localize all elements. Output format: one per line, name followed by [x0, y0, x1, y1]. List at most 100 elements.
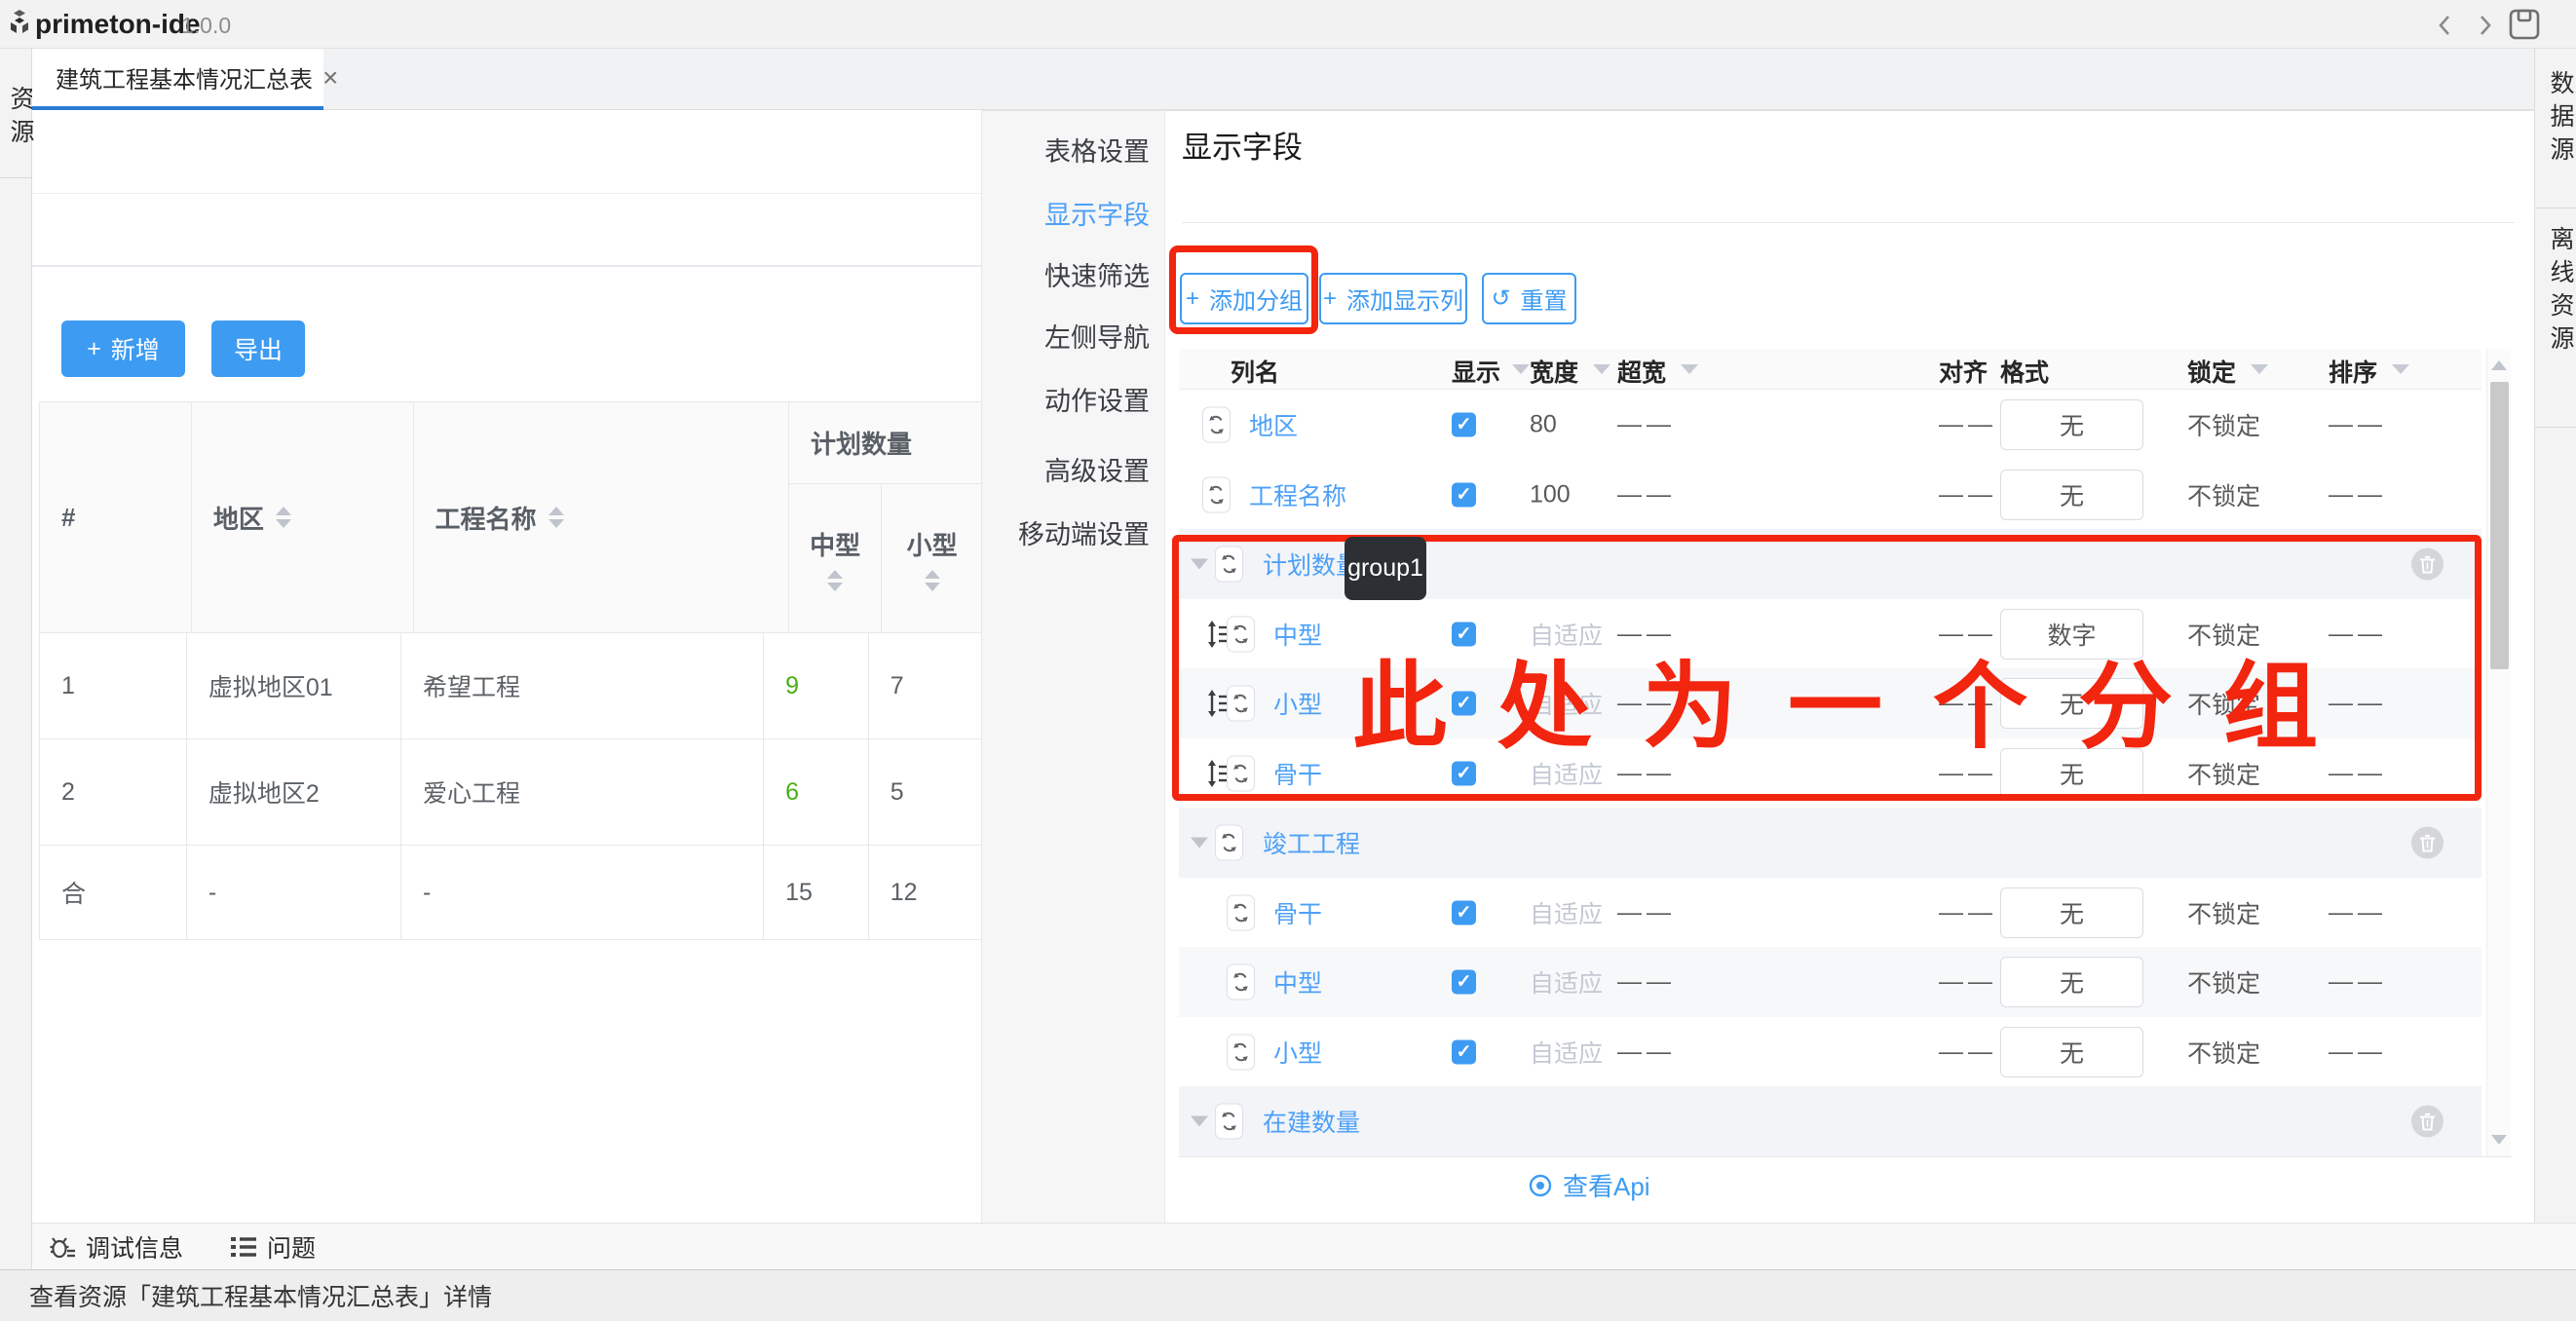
- format-select[interactable]: 无: [2000, 887, 2143, 938]
- export-button[interactable]: 导出: [211, 321, 305, 377]
- right-rail: 数据源 离线资源: [2534, 49, 2576, 1269]
- visible-checkbox[interactable]: ✓: [1452, 761, 1476, 785]
- field-row: 小型✓自适应————无不锁定——: [1179, 668, 2481, 738]
- switch-field-icon[interactable]: [1202, 476, 1231, 512]
- tab-close-icon[interactable]: ×: [322, 64, 338, 92]
- visible-checkbox[interactable]: ✓: [1452, 1039, 1476, 1064]
- format-select[interactable]: 无: [2000, 678, 2143, 729]
- field-name-link[interactable]: 地区: [1249, 407, 1298, 442]
- filter-caret-icon[interactable]: [2392, 364, 2409, 374]
- add-display-column-button[interactable]: + 添加显示列: [1319, 273, 1467, 324]
- switch-field-icon[interactable]: [1215, 825, 1243, 861]
- preview-cell: 5: [869, 739, 982, 845]
- sort-icon[interactable]: [827, 570, 843, 591]
- field-name-link[interactable]: 骨干: [1273, 895, 1322, 930]
- sort-icon[interactable]: [925, 570, 940, 591]
- format-select[interactable]: 无: [2000, 470, 2143, 520]
- collapse-caret-icon[interactable]: [1191, 838, 1208, 849]
- delete-group-icon[interactable]: [2411, 1106, 2443, 1138]
- config-header-6: 格式: [2000, 354, 2049, 389]
- switch-field-icon[interactable]: [1215, 1104, 1243, 1140]
- visible-checkbox[interactable]: ✓: [1452, 970, 1476, 995]
- settings-menu-item-3[interactable]: 快速筛选: [1044, 255, 1150, 293]
- header-project: 工程名称: [414, 402, 789, 632]
- format-select[interactable]: 数字: [2000, 609, 2143, 660]
- switch-field-icon[interactable]: [1227, 894, 1255, 930]
- right-rail-datasource[interactable]: 数据源: [2543, 70, 2576, 170]
- settings-menu: 表格设置显示字段快速筛选左侧导航动作设置高级设置移动端设置: [982, 111, 1165, 1223]
- settings-menu-item-7[interactable]: 移动端设置: [1018, 513, 1150, 551]
- format-select[interactable]: 无: [2000, 399, 2143, 450]
- visible-checkbox[interactable]: ✓: [1452, 622, 1476, 646]
- field-name-link[interactable]: 骨干: [1273, 756, 1322, 791]
- reset-button[interactable]: ↺ 重置: [1482, 273, 1576, 324]
- format-select[interactable]: 无: [2000, 1027, 2143, 1077]
- switch-field-icon[interactable]: [1227, 1034, 1255, 1070]
- config-header-5: 对齐: [1939, 354, 1988, 389]
- field-name-link[interactable]: 小型: [1273, 1035, 1322, 1070]
- config-scrollbar[interactable]: [2486, 349, 2511, 1156]
- tab-summary-table[interactable]: 建筑工程基本情况汇总表 ×: [32, 49, 323, 110]
- left-rail: 资源: [0, 49, 32, 1269]
- preview-cell: 15: [764, 846, 869, 939]
- add-group-button[interactable]: + 添加分组: [1180, 273, 1308, 324]
- delete-group-icon[interactable]: [2411, 827, 2443, 859]
- field-name-link[interactable]: 中型: [1273, 617, 1322, 652]
- config-footer-divider: [1179, 1156, 2512, 1157]
- format-select[interactable]: 无: [2000, 748, 2143, 799]
- field-name-link[interactable]: 工程名称: [1249, 477, 1346, 512]
- preview-panel: + 新增 导出 # 地区 工程名称 计划数量 中型: [32, 110, 982, 1223]
- settings-menu-item-6[interactable]: 高级设置: [1044, 450, 1150, 488]
- group-name-link[interactable]: 在建数量: [1263, 1104, 1360, 1139]
- filter-caret-icon[interactable]: [1512, 364, 1530, 374]
- switch-field-icon[interactable]: [1227, 616, 1255, 652]
- scroll-up-icon[interactable]: [2491, 360, 2507, 370]
- field-name-link[interactable]: 小型: [1273, 686, 1322, 721]
- nav-forward-icon[interactable]: [2472, 13, 2497, 38]
- visible-checkbox[interactable]: ✓: [1452, 692, 1476, 716]
- preview-cell: 6: [764, 739, 869, 845]
- lock-value: 不锁定: [2187, 895, 2260, 930]
- problems-tab[interactable]: 问题: [230, 1229, 316, 1264]
- settings-menu-item-5[interactable]: 动作设置: [1044, 380, 1150, 418]
- debug-info-tab[interactable]: 调试信息: [49, 1229, 183, 1264]
- left-rail-divider: [0, 177, 31, 178]
- collapse-caret-icon[interactable]: [1191, 559, 1208, 570]
- nav-back-icon[interactable]: [2433, 13, 2458, 38]
- format-select[interactable]: 无: [2000, 957, 2143, 1007]
- visible-checkbox[interactable]: ✓: [1452, 482, 1476, 507]
- sort-icon[interactable]: [276, 507, 291, 528]
- view-api-link[interactable]: 查看Api: [1528, 1167, 1650, 1203]
- align-value: ——: [1939, 480, 1997, 509]
- filter-caret-icon[interactable]: [1593, 364, 1610, 374]
- switch-field-icon[interactable]: [1227, 686, 1255, 722]
- overflow-value: ——: [1617, 759, 1676, 787]
- scrollbar-thumb[interactable]: [2490, 382, 2509, 669]
- sort-value: ——: [2329, 759, 2387, 787]
- filter-caret-icon[interactable]: [1681, 364, 1698, 374]
- switch-field-icon[interactable]: [1227, 755, 1255, 791]
- scroll-down-icon[interactable]: [2491, 1135, 2507, 1145]
- right-rail-offline-resources[interactable]: 离线资源: [2543, 226, 2576, 359]
- overflow-value: ——: [1617, 411, 1676, 439]
- add-row-button[interactable]: + 新增: [61, 321, 185, 377]
- switch-field-icon[interactable]: [1227, 964, 1255, 1000]
- settings-menu-item-1[interactable]: 表格设置: [1044, 131, 1150, 169]
- switch-field-icon[interactable]: [1215, 547, 1243, 583]
- sort-icon[interactable]: [549, 507, 564, 528]
- collapse-caret-icon[interactable]: [1191, 1116, 1208, 1127]
- settings-menu-item-4[interactable]: 左侧导航: [1044, 317, 1150, 355]
- settings-menu-item-2[interactable]: 显示字段: [1044, 194, 1150, 232]
- header-group-planned: 计划数量: [789, 402, 982, 484]
- group-name-link[interactable]: 竣工工程: [1263, 825, 1360, 860]
- visible-checkbox[interactable]: ✓: [1452, 900, 1476, 925]
- visible-checkbox[interactable]: ✓: [1452, 413, 1476, 437]
- save-icon[interactable]: [2508, 8, 2541, 41]
- delete-group-icon[interactable]: [2411, 548, 2443, 581]
- title-bar: primeton-ide 1.0.0: [0, 0, 2576, 49]
- sort-value: ——: [2329, 620, 2387, 648]
- filter-caret-icon[interactable]: [2251, 364, 2268, 374]
- field-name-link[interactable]: 中型: [1273, 964, 1322, 1000]
- sort-value: ——: [2329, 690, 2387, 718]
- switch-field-icon[interactable]: [1202, 407, 1231, 443]
